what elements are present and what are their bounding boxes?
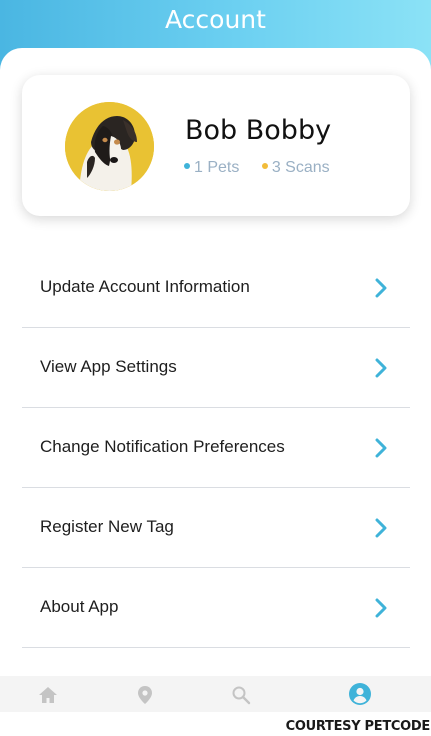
search-icon[interactable] [231, 685, 251, 705]
chevron-right-icon [375, 358, 387, 378]
photo-credit: COURTESY PETCODE [285, 719, 431, 734]
menu-item-label: Register New Tag [40, 517, 174, 536]
menu-item-about-app[interactable]: About App [22, 568, 410, 648]
menu-item-label: About App [40, 597, 119, 616]
location-pin-icon[interactable] [135, 685, 155, 705]
scans-label: 3 Scans [271, 159, 330, 176]
menu-item-label: Change Notification Preferences [40, 437, 285, 456]
account-menu: Update Account Information View App Sett… [22, 248, 410, 712]
chevron-right-icon [375, 438, 387, 458]
bottom-nav [0, 676, 431, 712]
avatar [65, 102, 154, 191]
profile-card: Bob Bobby 1 Pets 3 Scans [22, 75, 410, 216]
scans-dot-icon [261, 162, 268, 169]
profile-name: Bob Bobby [185, 115, 332, 146]
chevron-right-icon [375, 518, 387, 538]
menu-item-label: View App Settings [40, 357, 177, 376]
chevron-right-icon [375, 598, 387, 618]
menu-item-notification-preferences[interactable]: Change Notification Preferences [22, 408, 410, 488]
pets-count: 1 Pets [184, 159, 239, 177]
page-title: Account [165, 5, 266, 34]
account-icon[interactable] [349, 683, 371, 705]
scans-count: 3 Scans [261, 159, 330, 177]
home-icon[interactable] [38, 685, 58, 705]
menu-item-label: Update Account Information [40, 277, 250, 296]
chevron-right-icon [375, 278, 387, 298]
pets-dot-icon [184, 162, 190, 169]
menu-item-register-tag[interactable]: Register New Tag [22, 488, 410, 568]
menu-item-app-settings[interactable]: View App Settings [22, 328, 410, 408]
profile-stats: 1 Pets 3 Scans [184, 159, 348, 177]
account-screen: Account Bob Bobby 1 Pets 3 Scans Update … [0, 0, 431, 712]
pets-label: 1 Pets [194, 159, 240, 176]
menu-item-update-account[interactable]: Update Account Information [22, 248, 410, 328]
dog-photo-icon [65, 102, 154, 191]
